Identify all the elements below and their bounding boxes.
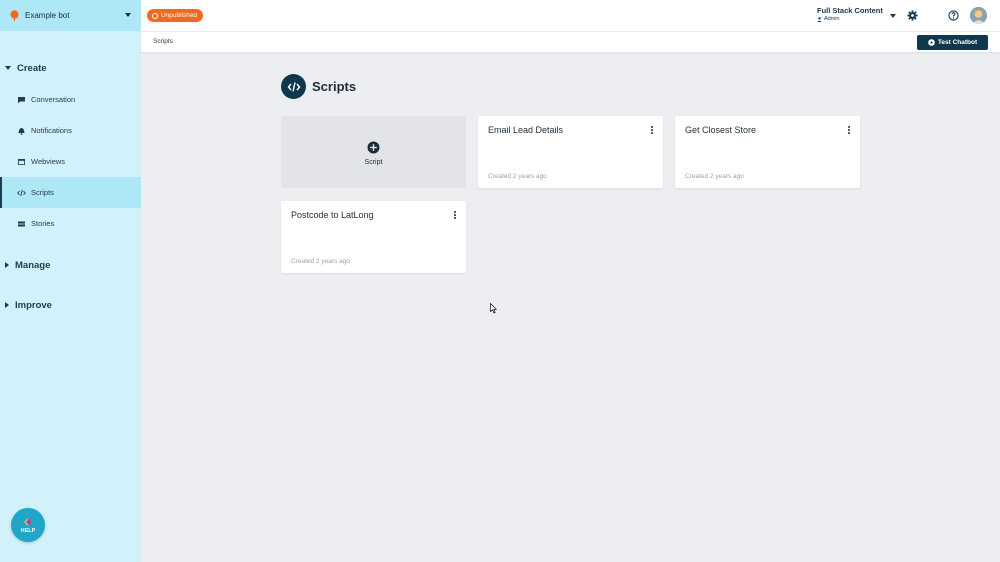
add-script-label: Script <box>364 159 383 166</box>
sidebar-item-label: Stories <box>31 219 55 228</box>
sidebar-item-notifications[interactable]: Notifications <box>0 115 141 146</box>
balloon-icon <box>10 9 19 21</box>
more-vert-icon[interactable] <box>846 125 852 135</box>
more-vert-icon[interactable] <box>452 210 458 220</box>
sub-bar: Scripts Test Chatbot <box>141 31 1000 52</box>
add-script-card[interactable]: Script <box>281 116 466 188</box>
sidebar-item-scripts[interactable]: Scripts <box>0 177 141 208</box>
account-role: Admin <box>817 16 883 22</box>
section-create-label: Create <box>17 62 47 74</box>
sidebar-item-webviews[interactable]: Webviews <box>0 146 141 177</box>
sidebar-item-label: Conversation <box>31 95 76 104</box>
section-improve[interactable]: Improve <box>0 297 141 313</box>
stories-icon <box>18 221 25 226</box>
test-chatbot-button[interactable]: Test Chatbot <box>917 35 988 50</box>
sidebar-item-label: Scripts <box>31 188 54 197</box>
sidebar-item-label: Webviews <box>31 157 66 166</box>
page-title: Scripts <box>312 79 357 94</box>
chevron-down-icon[interactable] <box>890 14 896 18</box>
question-icon[interactable] <box>948 10 959 21</box>
code-icon <box>17 189 26 196</box>
play-icon <box>928 39 935 46</box>
more-vert-icon[interactable] <box>649 125 655 135</box>
avatar[interactable] <box>970 7 987 24</box>
account-name: Full Stack Content <box>817 6 883 15</box>
script-card-title: Email Lead Details <box>488 125 564 135</box>
script-card-title: Get Closest Store <box>685 125 757 135</box>
chevron-down-icon <box>125 13 131 17</box>
help-button[interactable]: HELP <box>11 508 45 542</box>
window-icon <box>18 158 25 165</box>
script-card[interactable]: Email Lead Details Created 2 years ago <box>478 116 663 188</box>
script-card-title: Postcode to LatLong <box>291 210 374 220</box>
code-icon <box>281 74 306 99</box>
mouse-cursor-icon <box>490 303 497 314</box>
status-badge[interactable]: Unpublished <box>147 9 204 22</box>
help-label: HELP <box>20 527 36 534</box>
caret-right-icon <box>5 262 9 268</box>
sidebar: Example bot Create Conversation Notifica… <box>0 0 141 562</box>
script-card-date: Created 2 years ago <box>488 173 547 180</box>
sidebar-item-conversation[interactable]: Conversation <box>0 84 141 115</box>
account-switcher[interactable]: Full Stack Content Admin <box>817 6 883 22</box>
script-card-date: Created 2 years ago <box>685 173 744 180</box>
plus-circle-icon <box>367 141 380 154</box>
test-chatbot-label: Test Chatbot <box>937 39 978 46</box>
bot-selector[interactable]: Example bot <box>0 0 141 31</box>
script-card-date: Created 2 years ago <box>291 258 350 265</box>
script-card[interactable]: Get Closest Store Created 2 years ago <box>675 116 860 188</box>
bell-icon <box>18 127 25 135</box>
section-manage-label: Manage <box>15 259 51 271</box>
unpublished-icon <box>152 12 158 19</box>
help-logo-icon <box>24 517 32 526</box>
sidebar-item-label: Notifications <box>31 126 72 135</box>
section-create[interactable]: Create <box>0 60 141 76</box>
chat-icon <box>18 96 25 103</box>
bot-name: Example bot <box>25 11 70 20</box>
status-label: Unpublished <box>161 12 198 19</box>
user-avatar-icon <box>970 7 987 24</box>
breadcrumb[interactable]: Scripts <box>153 38 173 45</box>
script-card[interactable]: Postcode to LatLong Created 2 years ago <box>281 201 466 273</box>
gear-icon[interactable] <box>907 10 918 21</box>
top-bar: Unpublished Full Stack Content Admin <box>141 0 1000 31</box>
account-role-label: Admin <box>824 16 840 22</box>
sidebar-item-stories[interactable]: Stories <box>0 208 141 239</box>
page-header: Scripts <box>281 74 356 99</box>
caret-down-icon <box>5 66 11 70</box>
person-icon <box>817 16 822 22</box>
caret-right-icon <box>5 302 9 308</box>
section-manage[interactable]: Manage <box>0 257 141 273</box>
section-improve-label: Improve <box>15 299 52 311</box>
